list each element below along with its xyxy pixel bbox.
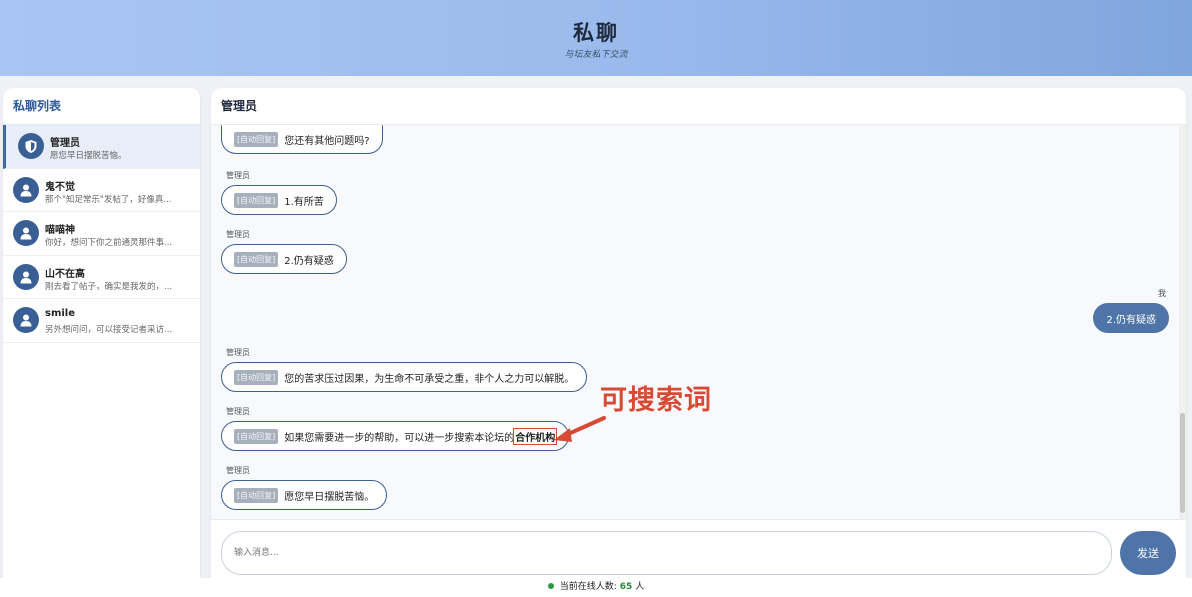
message-text: 1.有所苦 [284, 196, 324, 208]
message-sender: 管理员 [226, 407, 250, 416]
message-bubble: 2.仍有疑惑 [1093, 303, 1169, 333]
message-bubble: [自动回复] 您的苦求压过因果，为生命不可承受之重，非个人之力可以解脱。 [221, 362, 588, 392]
message: 管理员 [自动回复] 2.仍有疑惑 [221, 229, 347, 274]
message: 管理员 [自动回复] 1.有所苦 [221, 170, 337, 215]
message-text: 您还有其他问题吗? [284, 136, 370, 147]
conversation-name: smile [45, 308, 76, 319]
online-label: 当前在线人数: [559, 582, 617, 592]
message-bubble: [自动回复] 愿您早日摆脱苦恼。 [221, 480, 388, 510]
auto-reply-tag: [自动回复] [234, 487, 279, 503]
user-icon [13, 176, 39, 203]
chat-panel: 管理员 [自动回复] 您还有其他问题吗? 管理员 [自动回复] 1.有所苦 管理… [211, 88, 1186, 578]
message-composer: 发送 [211, 519, 1186, 578]
message-text: 您的苦求压过因果，为生命不可承受之重，非个人之力可以解脱。 [284, 373, 575, 385]
message-text: 2.仍有疑惑 [1106, 314, 1156, 326]
message-sender: 管理员 [226, 466, 250, 475]
online-status-bar: 当前在线人数: 65 人 [0, 578, 1192, 597]
message-bubble: [自动回复] 如果您需要进一步的帮助，可以进一步搜索本论坛的 合作机构 [221, 421, 570, 451]
annotation-arrow-icon [554, 416, 606, 442]
message: [自动回复] 您还有其他问题吗? [221, 125, 383, 154]
message-sender: 管理员 [226, 171, 250, 180]
shield-icon [18, 133, 44, 159]
conversation-preview: 那个"知足常乐"发帖了，好像真... [45, 194, 172, 205]
scrollbar-thumb[interactable] [1180, 413, 1185, 513]
message-sender: 我 [1158, 289, 1166, 298]
message-bubble: [自动回复] 1.有所苦 [221, 185, 337, 215]
chat-title: 管理员 [211, 88, 1186, 125]
message-text: 愿您早日摆脱苦恼。 [284, 491, 375, 503]
user-icon [13, 307, 39, 333]
auto-reply-tag: [自动回复] [234, 192, 279, 208]
message-sender: 管理员 [226, 230, 250, 239]
conversation-preview: 另外想问问，可以接受记者采访... [45, 325, 173, 335]
send-button[interactable]: 发送 [1120, 531, 1176, 575]
conversation-name: 喵喵神 [45, 225, 75, 236]
page-subtitle: 与坛友私下交流 [564, 50, 628, 60]
conversation-name: 鬼不觉 [45, 181, 75, 193]
auto-reply-tag: [自动回复] [234, 428, 279, 444]
online-count: 65 [619, 582, 633, 592]
conversation-name: 山不在高 [45, 268, 85, 280]
auto-reply-tag: [自动回复] [234, 369, 279, 385]
online-dot-icon [547, 582, 554, 589]
online-unit: 人 [635, 582, 645, 592]
conversation-item[interactable]: 鬼不觉 那个"知足常乐"发帖了，好像真... [3, 169, 200, 212]
message: 管理员 [自动回复] 如果您需要进一步的帮助，可以进一步搜索本论坛的 合作机构 [221, 406, 570, 451]
message: 管理员 [自动回复] 您的苦求压过因果，为生命不可承受之重，非个人之力可以解脱。 [221, 347, 588, 392]
conversation-preview: 刚去看了帖子，确实是我发的，... [45, 281, 173, 292]
page-title: 私聊 [573, 21, 619, 45]
message-list[interactable]: [自动回复] 您还有其他问题吗? 管理员 [自动回复] 1.有所苦 管理员 [自… [211, 125, 1186, 519]
message-input[interactable] [221, 531, 1112, 575]
sidebar-title: 私聊列表 [3, 88, 200, 125]
message-bubble: [自动回复] 您还有其他问题吗? [221, 125, 383, 154]
conversation-item[interactable]: 山不在高 刚去看了帖子，确实是我发的，... [3, 256, 200, 299]
annotation-label: 可搜索词 [600, 385, 712, 416]
auto-reply-tag: [自动回复] [234, 251, 279, 267]
message-sender: 管理员 [226, 348, 250, 357]
conversation-sidebar: 私聊列表 管理员 愿您早日摆脱苦恼。 鬼不觉 那个"知足常乐"发帖了，好像真..… [3, 88, 200, 578]
message-text: 2.仍有疑惑 [284, 255, 334, 267]
conversation-item[interactable]: smile 另外想问问，可以接受记者采访... [3, 299, 200, 343]
message-scrollbar[interactable] [1179, 125, 1186, 519]
message-bubble: [自动回复] 2.仍有疑惑 [221, 244, 347, 274]
user-icon [13, 220, 39, 246]
message-own: 我 2.仍有疑惑 [1093, 288, 1169, 333]
conversation-name: 管理员 [50, 138, 80, 149]
auto-reply-tag: [自动回复] [234, 132, 279, 147]
conversation-item-admin[interactable]: 管理员 愿您早日摆脱苦恼。 [3, 125, 200, 169]
conversation-preview: 你好，想问下你之前通灵那件事... [45, 238, 173, 248]
page-header: 私聊 与坛友私下交流 [0, 0, 1192, 76]
message-text: 如果您需要进一步的帮助，可以进一步搜索本论坛的 [284, 432, 515, 444]
message: 管理员 [自动回复] 愿您早日摆脱苦恼。 [221, 465, 388, 510]
conversation-item[interactable]: 喵喵神 你好，想问下你之前通灵那件事... [3, 212, 200, 256]
user-icon [13, 263, 39, 290]
conversation-preview: 愿您早日摆脱苦恼。 [50, 151, 127, 161]
